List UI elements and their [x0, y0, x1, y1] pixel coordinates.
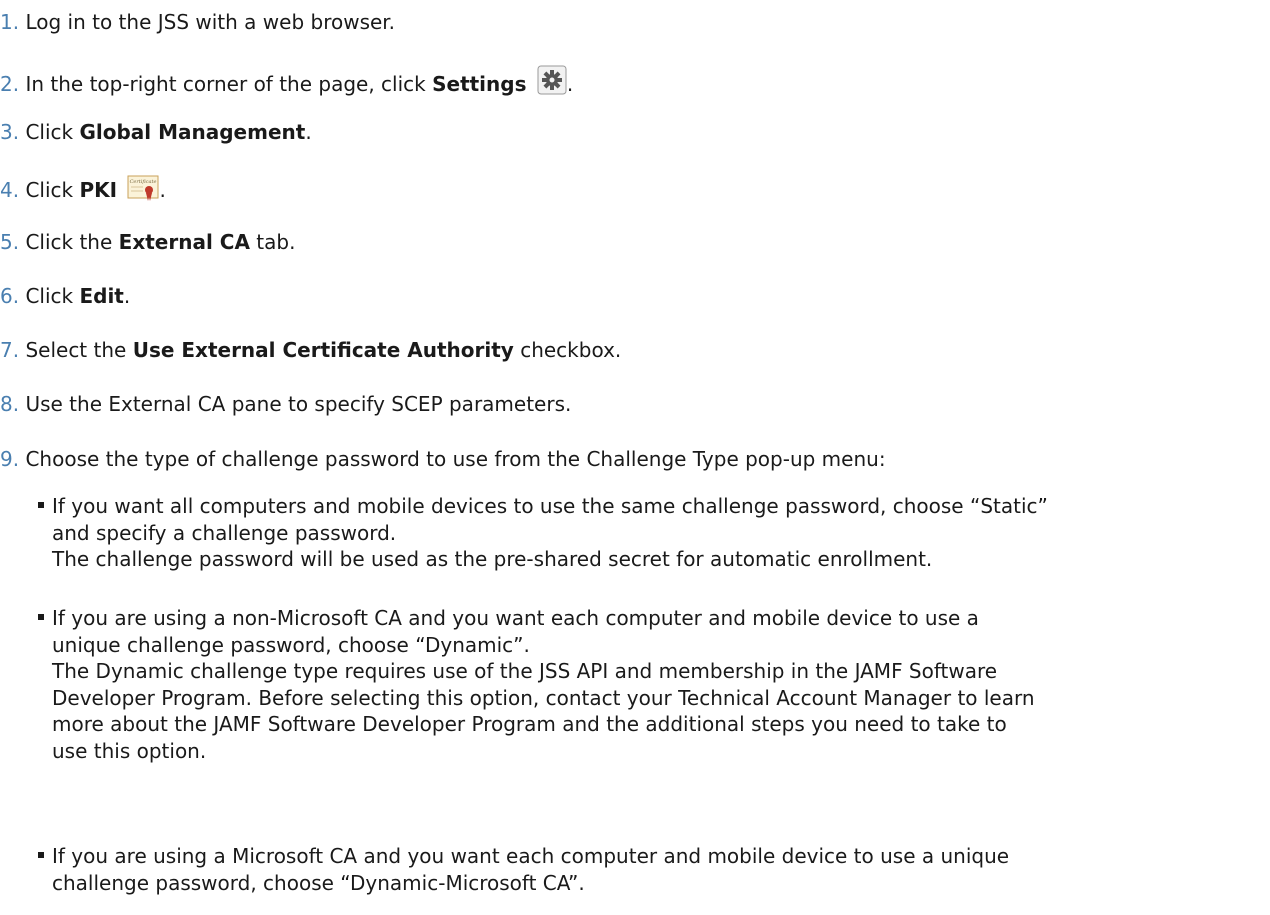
bullet-line: and specify a challenge password.: [52, 520, 397, 545]
step-number: 4.: [0, 178, 20, 202]
step-text: Click: [25, 120, 80, 144]
edit-label: Edit: [79, 284, 124, 308]
step-number: 9.: [0, 447, 20, 471]
bullet-line: If you are using a non-Microsoft CA and …: [52, 606, 979, 630]
global-management-label: Global Management: [79, 120, 306, 144]
step-text-end: tab.: [249, 230, 296, 254]
bullet-marker: [38, 614, 44, 620]
certificate-text: Certificate: [130, 179, 157, 185]
step-text: Choose the type of challenge password to…: [25, 447, 886, 471]
use-external-ca-label: Use External Certificate Authority: [132, 338, 514, 362]
bullet-line: more about the JAMF Software Developer P…: [52, 712, 1007, 736]
step-number: 6.: [0, 284, 20, 308]
step-text-end: .: [123, 284, 131, 308]
step-number: 2.: [0, 72, 20, 96]
bullet-line: The challenge password will be used as t…: [52, 547, 933, 571]
bullet-marker: [38, 852, 44, 858]
bullet-text: If you want all computers and mobile dev…: [52, 493, 1048, 573]
gear-icon: [537, 65, 567, 100]
bullet-line: Developer Program. Before selecting this…: [52, 685, 1035, 710]
step-7: 7. Select the Use External Certificate A…: [0, 338, 621, 362]
step-number: 3.: [0, 120, 20, 144]
step-text-end: checkbox.: [513, 338, 622, 362]
step-8: 8. Use the External CA pane to specify S…: [0, 392, 571, 416]
bullet-line: unique challenge password, choose “Dynam…: [52, 632, 530, 657]
step-2: 2. In the top-right corner of the page, …: [0, 65, 573, 100]
step-4: 4. Click PKI Certificate .: [0, 175, 166, 206]
step-text: Use the External CA pane to specify SCEP…: [25, 392, 572, 416]
step-text: Click: [25, 284, 80, 308]
step-9: 9. Choose the type of challenge password…: [0, 447, 886, 471]
bullet-line: If you want all computers and mobile dev…: [52, 494, 1048, 518]
pki-label: PKI: [79, 178, 118, 202]
step-number: 8.: [0, 392, 20, 416]
bullet-line: challenge password, choose “Dynamic-Micr…: [52, 870, 585, 895]
bullet-line: The Dynamic challenge type requires use …: [52, 659, 998, 683]
bullet-text: If you are using a non-Microsoft CA and …: [52, 605, 1035, 764]
step-number: 5.: [0, 230, 20, 254]
step-3: 3. Click Global Management.: [0, 120, 312, 144]
step-text: Select the: [25, 338, 133, 362]
step-1: 1. Log in to the JSS with a web browser.: [0, 10, 395, 34]
bullet-marker: [38, 502, 44, 508]
bullet-line: If you are using a Microsoft CA and you …: [52, 844, 1010, 868]
step-text: Log in to the JSS with a web browser.: [25, 10, 396, 34]
step-6: 6. Click Edit.: [0, 284, 130, 308]
bullet-text: If you are using a Microsoft CA and you …: [52, 843, 1009, 896]
certificate-icon: Certificate: [127, 175, 159, 206]
bullet-line: use this option.: [52, 738, 207, 763]
step-text-end: .: [159, 178, 166, 202]
step-number: 7.: [0, 338, 20, 362]
step-text-end: .: [566, 72, 574, 96]
step-text: Click: [25, 178, 80, 202]
step-number: 1.: [0, 10, 20, 34]
step-5: 5. Click the External CA tab.: [0, 230, 295, 254]
step-text-end: .: [305, 120, 312, 144]
step-text: In the top-right corner of the page, cli…: [25, 72, 433, 96]
step-text: Click the: [25, 230, 119, 254]
settings-label: Settings: [432, 72, 527, 96]
external-ca-label: External CA: [118, 230, 250, 254]
